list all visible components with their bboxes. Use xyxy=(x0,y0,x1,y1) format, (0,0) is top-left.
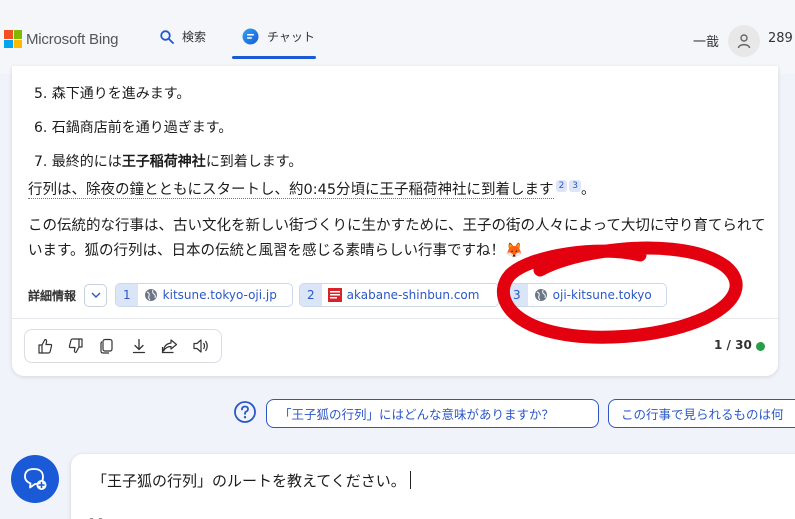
new-chat-icon xyxy=(24,468,47,490)
thumbs-up-icon xyxy=(38,338,52,354)
rewards-points[interactable]: 289 xyxy=(768,31,793,46)
read-aloud-button[interactable] xyxy=(188,333,214,359)
chat-icon xyxy=(242,28,259,45)
globe-icon xyxy=(534,288,548,302)
like-button[interactable] xyxy=(32,333,58,359)
step-text: 7. 最終的には xyxy=(34,154,122,170)
globe-icon xyxy=(144,288,158,302)
thumbs-down-icon xyxy=(68,338,83,354)
status-indicator xyxy=(756,342,765,351)
list-item: 7. 最終的には王子稲荷神社に到着します。 xyxy=(34,145,302,179)
suggestion-chip[interactable]: この行事で見られるものは何 xyxy=(608,399,795,428)
step-text: に到着します。 xyxy=(205,154,303,170)
chat-input-value: 「王子狐の行列」のルートを教えてください。 xyxy=(92,472,406,490)
active-tab-indicator xyxy=(232,56,316,59)
citation-badge[interactable]: 3 xyxy=(569,180,582,192)
tab-chat[interactable]: チャット xyxy=(242,28,315,45)
user-name[interactable]: 一戠 xyxy=(693,31,719,50)
chat-input[interactable]: 「王子狐の行列」のルートを教えてください。 xyxy=(92,470,411,491)
copy-icon xyxy=(100,338,113,354)
avatar[interactable] xyxy=(728,25,760,57)
source-link-1[interactable]: 1 kitsune.tokyo-oji.jp xyxy=(115,283,294,307)
source-domain: oji-kitsune.tokyo xyxy=(552,288,652,302)
copy-button[interactable] xyxy=(94,333,120,359)
summary-end: 。 xyxy=(581,182,596,198)
share-icon xyxy=(162,339,178,354)
turn-counter: 1 / 30 xyxy=(714,338,752,352)
answer-summary: 行列は、除夜の鐘とともにスタートし、約0:45分頃に王子稲荷神社に到着します 2 3… xyxy=(28,178,596,199)
suggestion-chip[interactable]: 「王子狐の行列」にはどんな意味がありますか？ xyxy=(266,399,599,428)
source-domain: kitsune.tokyo-oji.jp xyxy=(162,288,277,302)
expand-sources-button[interactable] xyxy=(84,283,108,307)
new-topic-button[interactable] xyxy=(11,455,59,503)
export-button[interactable] xyxy=(126,333,152,359)
source-number: 1 xyxy=(116,284,138,306)
details-label: 詳細情報 xyxy=(28,288,77,303)
cited-text[interactable]: 行列は、除夜の鐘とともにスタートし、約0:45分頃に王子稲荷神社に到着します xyxy=(28,182,554,199)
tab-search-label: 検索 xyxy=(182,30,207,44)
tab-chat-label: チャット xyxy=(267,30,315,44)
text-caret xyxy=(409,471,411,489)
source-link-2[interactable]: 2 akabane-shinbun.com xyxy=(299,283,500,307)
response-actions xyxy=(24,329,222,363)
question-icon[interactable] xyxy=(233,400,257,428)
source-number: 2 xyxy=(300,284,322,306)
list-item: 5. 森下通りを進みます。 xyxy=(34,86,191,102)
source-number: 3 xyxy=(506,284,528,306)
download-icon xyxy=(132,338,145,354)
tab-search[interactable]: 検索 xyxy=(160,28,206,45)
image-search-icon[interactable] xyxy=(89,511,103,519)
chevron-down-icon xyxy=(91,292,101,298)
list-item: 6. 石鍋商店前を通り過ぎます。 xyxy=(34,120,233,136)
speaker-icon xyxy=(193,339,209,353)
card-divider xyxy=(12,318,778,319)
step-bold-text: 王子稲荷神社 xyxy=(121,154,206,170)
sources-row: 詳細情報 1 kitsune.tokyo-oji.jp 2 akabane-sh… xyxy=(28,283,673,307)
bing-logo[interactable]: Microsoft Bing xyxy=(4,30,118,48)
top-header xyxy=(0,0,795,74)
source-domain: akabane-shinbun.com xyxy=(346,288,480,302)
search-icon xyxy=(160,29,174,44)
source-link-3[interactable]: 3 oji-kitsune.tokyo xyxy=(505,283,668,307)
user-icon xyxy=(737,34,751,49)
brand-name: Microsoft Bing xyxy=(26,30,119,48)
share-button[interactable] xyxy=(157,333,183,359)
answer-paragraph: この伝統的な行事は、古い文化を新しい街づくりに生かすために、王子の街の人々によっ… xyxy=(28,218,766,259)
microsoft-logo-icon xyxy=(4,30,22,48)
route-steps: 5. 森下通りを進みます。 6. 石鍋商店前を通り過ぎます。 7. 最終的には王… xyxy=(34,77,302,179)
site-favicon xyxy=(327,288,342,302)
citation-badge[interactable]: 2 xyxy=(555,180,568,192)
dislike-button[interactable] xyxy=(63,333,89,359)
